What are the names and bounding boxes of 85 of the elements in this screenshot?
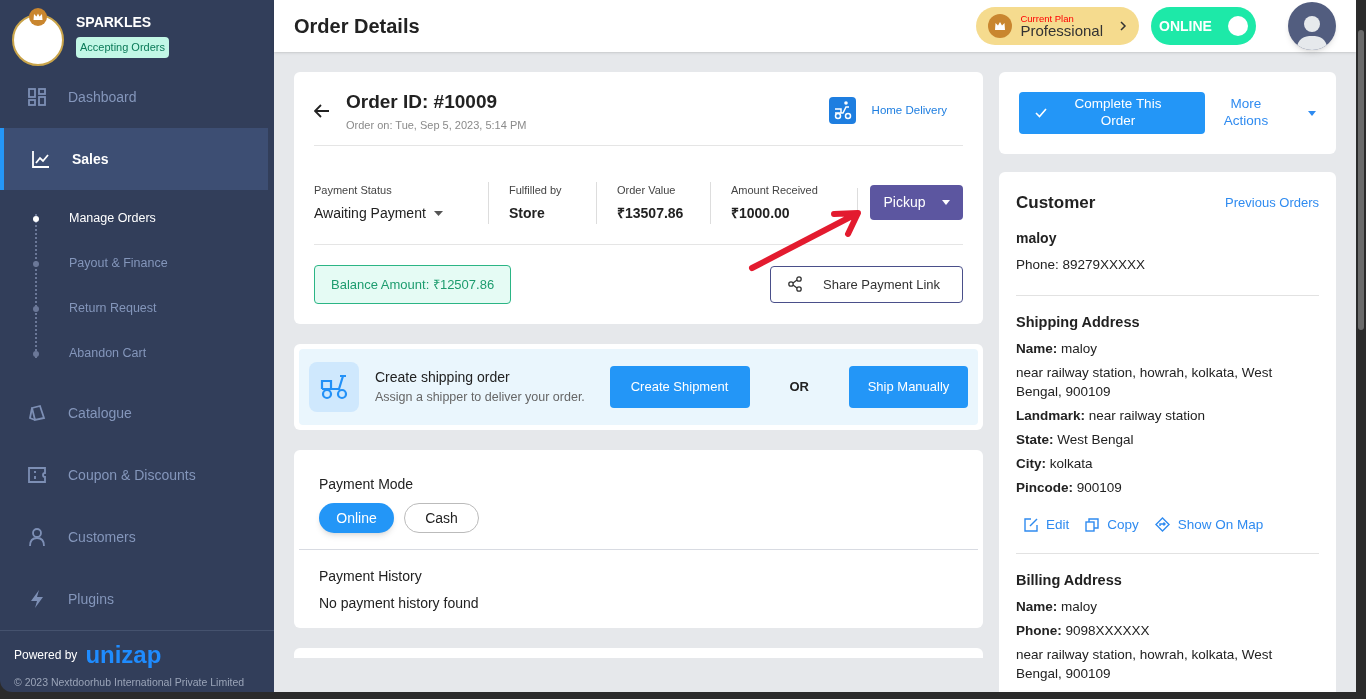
address-line: Phone: 9098XXXXXX <box>1016 621 1151 640</box>
scooter-icon <box>309 362 359 412</box>
address-line: State: West Bengal <box>1016 430 1135 449</box>
billing-address-title: Billing Address <box>1016 570 1123 590</box>
shipping-subtitle: Assign a shipper to deliver your order. <box>375 389 586 407</box>
ticket-icon <box>28 466 46 484</box>
nav-item[interactable]: Coupon & Discounts <box>0 444 274 506</box>
address-line: Name: maloy <box>1016 597 1099 616</box>
copy-icon <box>1085 517 1100 532</box>
back-arrow-icon[interactable] <box>314 103 330 118</box>
more-actions-dropdown[interactable]: More Actions <box>1221 96 1316 130</box>
shipping-title: Create shipping order <box>375 368 511 388</box>
stat-value: ₹1000.00 <box>731 203 791 223</box>
nav-item[interactable]: Sales <box>0 128 268 190</box>
avatar[interactable] <box>1288 2 1336 50</box>
edit-icon <box>1024 517 1038 532</box>
address-action-link[interactable]: Show On Map <box>1154 514 1264 535</box>
customer-phone: Phone: 89279XXXXX <box>1016 255 1147 274</box>
plan-button[interactable]: Current Plan Professional <box>976 7 1139 45</box>
crown-icon <box>988 14 1013 38</box>
caret-icon <box>1308 110 1316 116</box>
customer-name: maloy <box>1016 228 1058 248</box>
share-payment-link-button[interactable]: Share Payment Link <box>770 265 963 303</box>
sub-nav-item[interactable]: Manage Orders <box>0 196 274 241</box>
lightning-icon <box>28 590 46 608</box>
user-icon <box>28 528 46 546</box>
plan-name: Professional <box>1020 23 1103 39</box>
stat-label: Payment Status <box>314 183 393 198</box>
store-name: SPARKLES <box>76 13 152 32</box>
payment-status-dropdown[interactable]: Awaiting Payment <box>314 202 488 224</box>
order-id: Order ID: #10009 <box>346 90 499 114</box>
payment-history-empty: No payment history found <box>319 594 480 613</box>
address-line: Pincode: 900109 <box>1016 478 1123 497</box>
status-badge: Accepting Orders <box>76 37 169 58</box>
payment-history-title: Payment History <box>319 567 423 586</box>
stat-label: Order Value <box>617 183 677 198</box>
balance-amount: Balance Amount: ₹12507.86 <box>314 264 512 304</box>
delivery-type: Home Delivery <box>871 102 947 118</box>
caret-icon <box>941 200 950 206</box>
page-title: Order Details <box>294 14 421 39</box>
order-date: Order on: Tue, Sep 5, 2023, 5:14 PM <box>346 117 528 133</box>
previous-orders-link[interactable]: Previous Orders <box>1225 193 1319 213</box>
address-line: Name: maloy <box>1016 339 1099 358</box>
shipping-address-title: Shipping Address <box>1016 312 1141 332</box>
stat-label: Fulfilled by <box>509 183 563 198</box>
or-label: OR <box>789 378 809 397</box>
nav-item[interactable]: Catalogue <box>0 382 274 444</box>
brand-logo: unizap <box>85 643 162 667</box>
copyright-text: © 2023 Nextdoorhub International Private Limited <box>14 675 246 690</box>
stat-value: ₹13507.86 <box>617 203 685 223</box>
scooter-icon <box>828 97 856 124</box>
create-shipment-button[interactable]: Create Shipment <box>609 366 750 408</box>
caret-icon <box>433 210 443 216</box>
crown-icon <box>29 8 47 26</box>
sub-nav-item[interactable]: Return Request <box>0 286 274 331</box>
address-action-link[interactable]: Edit <box>1024 514 1070 535</box>
chevron-right-icon <box>1119 21 1127 31</box>
nav-item[interactable]: Customers <box>0 506 274 568</box>
sub-nav-item[interactable]: Payout & Finance <box>0 241 274 286</box>
payment-mode-option[interactable]: Cash <box>404 503 479 533</box>
check-icon <box>1035 108 1047 118</box>
sub-nav-item[interactable]: Abandon Cart <box>0 331 274 376</box>
plan-label: Current Plan <box>1020 13 1074 24</box>
nav-item[interactable]: Dashboard <box>0 66 274 128</box>
address-action-link[interactable]: Copy <box>1085 514 1139 535</box>
dashboard-icon <box>28 88 46 106</box>
payment-mode-title: Payment Mode <box>319 475 415 494</box>
stat-value: Store <box>509 203 546 223</box>
complete-order-button[interactable]: Complete This Order <box>1019 92 1205 134</box>
address-line: City: kolkata <box>1016 454 1094 473</box>
address-line: near railway station, howrah, kolkata, West Bengal, 900109 <box>1016 645 1274 683</box>
store-logo <box>12 14 64 66</box>
nav-item[interactable]: Plugins <box>0 568 274 630</box>
pickup-dropdown-button[interactable]: Pickup <box>870 185 963 221</box>
address-line: Landmark: near railway station <box>1016 406 1207 425</box>
direction-icon <box>1154 517 1170 533</box>
payment-mode-option[interactable]: Online <box>319 503 394 533</box>
customer-title: Customer <box>1016 192 1096 214</box>
tags-icon <box>28 404 46 422</box>
ship-manually-button[interactable]: Ship Manually <box>849 366 968 408</box>
address-line: near railway station, howrah, kolkata, West Bengal, 900109 <box>1016 363 1274 401</box>
share-icon <box>787 276 803 293</box>
powered-by-label: Powered by <box>14 647 78 664</box>
stat-label: Amount Received <box>731 183 819 198</box>
chart-icon <box>32 150 50 168</box>
